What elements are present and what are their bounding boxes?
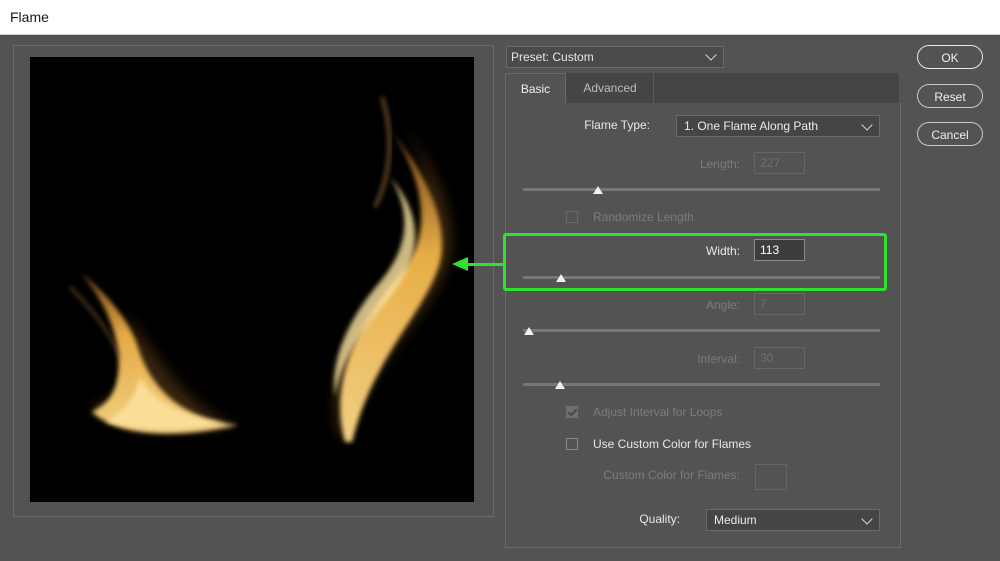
adjust-interval-label: Adjust Interval for Loops [593, 405, 723, 419]
chevron-down-icon [861, 119, 873, 131]
randomize-length-checkbox[interactable] [566, 211, 578, 223]
angle-label: Angle: [705, 298, 740, 312]
length-slider-track[interactable] [523, 188, 880, 191]
length-field[interactable]: 227 [754, 152, 805, 174]
flame-preview [30, 57, 474, 502]
adjust-interval-checkbox[interactable] [566, 406, 578, 418]
interval-slider-thumb[interactable] [555, 381, 565, 389]
tab-bar: Basic Advanced [505, 73, 899, 103]
quality-value: Medium [714, 513, 757, 527]
annotation-arrow-shaft [467, 263, 503, 266]
use-custom-color-checkbox[interactable] [566, 438, 578, 450]
angle-field[interactable]: 7 [754, 293, 805, 315]
quality-label: Quality: [639, 512, 680, 526]
flame-type-select[interactable]: 1. One Flame Along Path [676, 115, 880, 137]
interval-field[interactable]: 30 [754, 347, 805, 369]
randomize-length-label: Randomize Length [593, 210, 694, 224]
flame-type-value: 1. One Flame Along Path [684, 119, 819, 133]
length-label: Length: [699, 157, 740, 171]
tab-basic[interactable]: Basic [505, 73, 566, 103]
reset-button[interactable]: Reset [917, 84, 983, 108]
interval-slider-track[interactable] [523, 383, 880, 386]
flame-type-label: Flame Type: [584, 118, 650, 132]
preset-dropdown[interactable]: Preset: Custom [506, 46, 724, 68]
width-highlight-box [503, 233, 887, 291]
angle-slider-thumb[interactable] [524, 327, 534, 335]
preset-label: Preset: Custom [511, 50, 594, 64]
custom-color-swatch[interactable] [755, 464, 787, 490]
flame-preview-image [68, 96, 452, 442]
custom-color-label: Custom Color for Flames: [603, 468, 740, 482]
tab-advanced[interactable]: Advanced [567, 73, 654, 103]
ok-button[interactable]: OK [917, 45, 983, 69]
cancel-button[interactable]: Cancel [917, 122, 983, 146]
chevron-down-icon [705, 49, 717, 61]
title-bar: Flame [0, 0, 1000, 35]
length-slider-thumb[interactable] [593, 186, 603, 194]
use-custom-color-label: Use Custom Color for Flames [593, 437, 752, 451]
quality-select[interactable]: Medium [706, 509, 880, 531]
arrow-left-icon [452, 257, 468, 271]
chevron-down-icon [861, 513, 873, 525]
window-title: Flame [10, 9, 49, 25]
angle-slider-track[interactable] [523, 329, 880, 332]
interval-label: Interval: [697, 352, 740, 366]
